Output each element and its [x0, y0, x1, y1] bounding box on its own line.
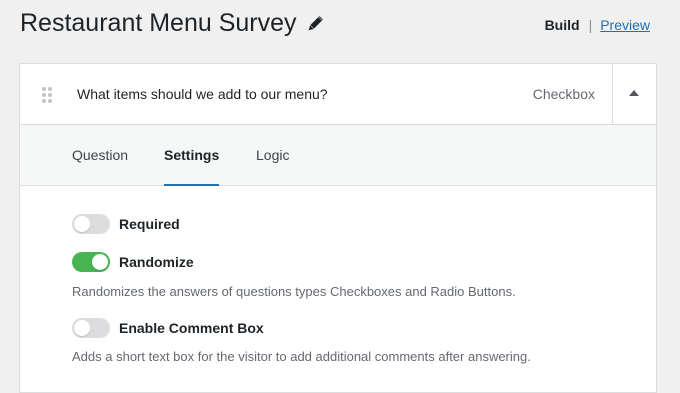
preview-link[interactable]: Preview [600, 17, 650, 33]
pencil-icon[interactable] [305, 14, 325, 34]
toggle-knob [92, 254, 108, 270]
comment-box-label: Enable Comment Box [119, 320, 264, 336]
randomize-description: Randomizes the answers of questions type… [72, 284, 516, 299]
randomize-toggle[interactable] [72, 252, 110, 272]
setting-randomize: Randomize [72, 251, 194, 273]
randomize-label: Randomize [119, 254, 194, 270]
nav-separator: | [588, 17, 593, 33]
question-row[interactable]: What items should we add to our menu? Ch… [20, 64, 656, 125]
toggle-knob [74, 216, 90, 232]
question-tabs: Question Settings Logic [20, 125, 656, 186]
comment-box-toggle[interactable] [72, 318, 110, 338]
page-title: Restaurant Menu Survey [20, 9, 297, 37]
comment-box-description: Adds a short text box for the visitor to… [72, 349, 531, 364]
required-label: Required [119, 216, 180, 232]
question-text: What items should we add to our menu? [77, 86, 328, 102]
collapse-button[interactable] [612, 64, 656, 124]
question-type-label: Checkbox [532, 86, 595, 102]
toggle-knob [74, 320, 90, 336]
setting-comment-box: Enable Comment Box [72, 317, 264, 339]
tab-logic[interactable]: Logic [256, 125, 289, 185]
tab-question[interactable]: Question [72, 125, 128, 185]
page-header: Restaurant Menu Survey Build | Preview [0, 0, 680, 62]
drag-handle-icon[interactable] [41, 86, 53, 104]
build-link[interactable]: Build [545, 17, 580, 33]
tab-settings[interactable]: Settings [164, 125, 220, 186]
header-nav: Build | Preview [545, 17, 650, 33]
question-card: What items should we add to our menu? Ch… [19, 63, 657, 393]
setting-required: Required [72, 213, 180, 235]
caret-up-icon [629, 90, 639, 96]
required-toggle[interactable] [72, 214, 110, 234]
